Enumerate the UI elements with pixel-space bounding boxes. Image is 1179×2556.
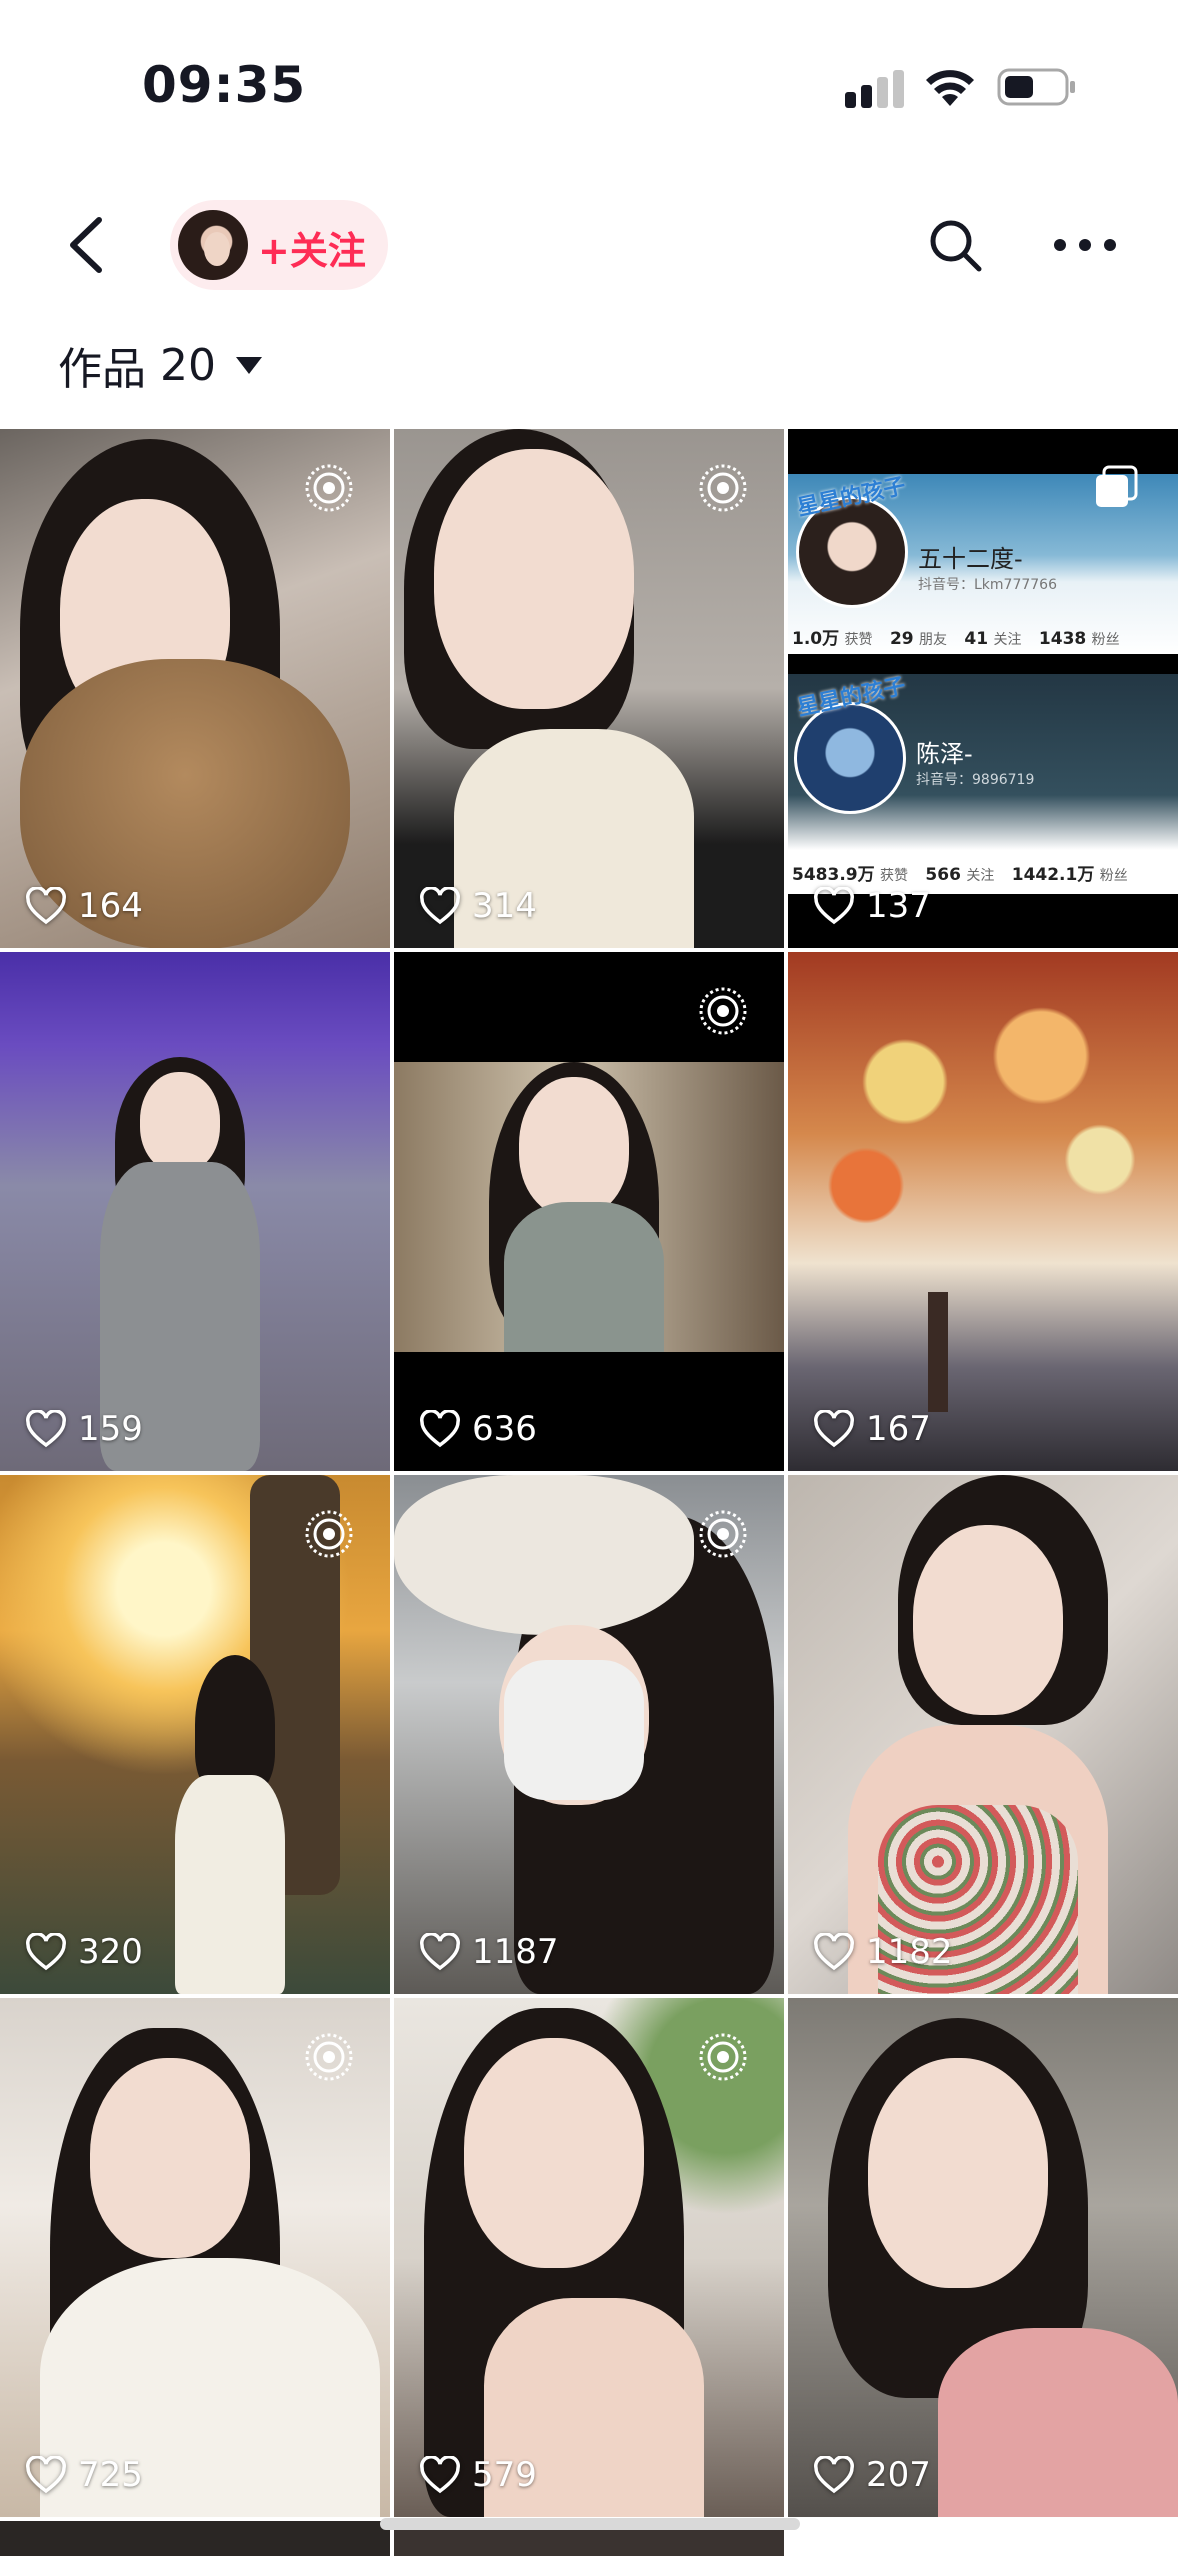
search-icon[interactable] <box>925 215 985 275</box>
multi-image-icon <box>1096 465 1138 507</box>
caret-down-icon <box>236 356 262 374</box>
work-tile[interactable] <box>0 2521 390 2556</box>
portrait-face <box>90 2058 250 2258</box>
heart-icon <box>420 1410 460 1448</box>
work-tile[interactable]: 五十二度- 抖音号：Lkm777766 1.0万 获赞 29 朋友 41 关注 … <box>788 429 1178 948</box>
like-count: 725 <box>26 2455 143 2495</box>
live-photo-icon <box>699 2033 747 2081</box>
like-count-text: 137 <box>866 886 931 926</box>
pink-top <box>938 2328 1178 2517</box>
follow-button[interactable]: +关注 <box>170 200 388 290</box>
work-tile[interactable]: 314 <box>394 429 784 948</box>
heart-icon <box>26 2456 66 2494</box>
like-count: 579 <box>420 2455 537 2495</box>
like-count: 314 <box>420 886 537 926</box>
home-indicator <box>380 2518 800 2530</box>
like-count: 137 <box>814 886 931 926</box>
follow-label: +关注 <box>258 229 366 273</box>
live-photo-icon <box>699 987 747 1035</box>
heart-icon <box>814 887 854 925</box>
live-photo-icon <box>305 2033 353 2081</box>
portrait-face <box>913 1525 1063 1715</box>
status-time: 09:35 <box>142 56 307 114</box>
like-count-text: 164 <box>78 886 143 926</box>
white-dress <box>175 1775 285 1994</box>
heart-icon <box>420 2456 460 2494</box>
heart-icon <box>420 887 460 925</box>
like-count: 1187 <box>420 1932 559 1972</box>
like-count: 159 <box>26 1409 143 1449</box>
like-count: 164 <box>26 886 143 926</box>
heart-icon <box>26 887 66 925</box>
screenshot-name: 五十二度- <box>918 545 1023 573</box>
work-tile[interactable]: 1182 <box>788 1475 1178 1994</box>
work-tile[interactable]: 320 <box>0 1475 390 1994</box>
screenshot-name: 陈泽- <box>916 740 973 768</box>
portrait-face <box>464 2038 644 2268</box>
live-photo-icon <box>305 464 353 512</box>
heart-icon <box>814 1410 854 1448</box>
like-count-text: 579 <box>472 2455 537 2495</box>
cellular-signal-icon <box>845 70 904 108</box>
screenshot-stats: 1.0万 获赞 29 朋友 41 关注 1438 粉丝 <box>792 629 1120 649</box>
heart-icon <box>26 1410 66 1448</box>
heart-icon <box>814 2456 854 2494</box>
live-photo-icon <box>305 1510 353 1558</box>
live-photo-icon <box>699 1510 747 1558</box>
like-count-text: 1182 <box>866 1932 953 1972</box>
battery-icon <box>997 68 1075 106</box>
like-count-text: 320 <box>78 1932 143 1972</box>
status-bar: 09:35 <box>0 0 1179 170</box>
back-icon[interactable] <box>55 210 125 280</box>
live-photo-icon <box>699 464 747 512</box>
portrait-face <box>519 1077 629 1217</box>
work-tile[interactable]: 207 <box>788 1998 1178 2517</box>
like-count-text: 314 <box>472 886 537 926</box>
heart-icon <box>26 1933 66 1971</box>
silhouette <box>928 1292 948 1412</box>
works-label: 作品 <box>58 344 146 395</box>
avatar[interactable] <box>178 210 248 280</box>
like-count: 1182 <box>814 1932 953 1972</box>
work-tile[interactable]: 725 <box>0 1998 390 2517</box>
like-count-text: 636 <box>472 1409 537 1449</box>
work-thumbnail <box>788 952 1178 1471</box>
like-count-text: 167 <box>866 1409 931 1449</box>
work-tile[interactable]: 164 <box>0 429 390 948</box>
sun-visor <box>394 1475 694 1635</box>
like-count: 207 <box>814 2455 931 2495</box>
portrait-face <box>868 2058 1048 2288</box>
like-count-text: 207 <box>866 2455 931 2495</box>
more-icon[interactable] <box>1050 215 1120 275</box>
like-count: 320 <box>26 1932 143 1972</box>
face-mask <box>504 1660 644 1800</box>
portrait-face <box>140 1072 220 1172</box>
work-tile[interactable]: 167 <box>788 952 1178 1471</box>
work-tile[interactable]: 636 <box>394 952 784 1471</box>
like-count-text: 725 <box>78 2455 143 2495</box>
nav-bar: +关注 <box>0 190 1179 300</box>
screenshot-id: 抖音号：9896719 <box>916 772 1035 788</box>
like-count: 636 <box>420 1409 537 1449</box>
heart-icon <box>420 1933 460 1971</box>
works-count: 20 <box>160 339 216 391</box>
like-count-text: 159 <box>78 1409 143 1449</box>
heart-icon <box>814 1933 854 1971</box>
screenshot-id: 抖音号：Lkm777766 <box>918 577 1057 593</box>
work-tile[interactable]: 159 <box>0 952 390 1471</box>
work-tile[interactable]: 1187 <box>394 1475 784 1994</box>
wifi-icon <box>926 70 974 106</box>
works-filter[interactable]: 作品 20 <box>58 335 262 395</box>
portrait-face <box>434 449 634 709</box>
grey-dress <box>504 1202 664 1352</box>
work-tile[interactable]: 579 <box>394 1998 784 2517</box>
like-count: 167 <box>814 1409 931 1449</box>
like-count-text: 1187 <box>472 1932 559 1972</box>
screenshot-stats: 5483.9万 获赞 566 关注 1442.1万 粉丝 <box>792 865 1128 885</box>
